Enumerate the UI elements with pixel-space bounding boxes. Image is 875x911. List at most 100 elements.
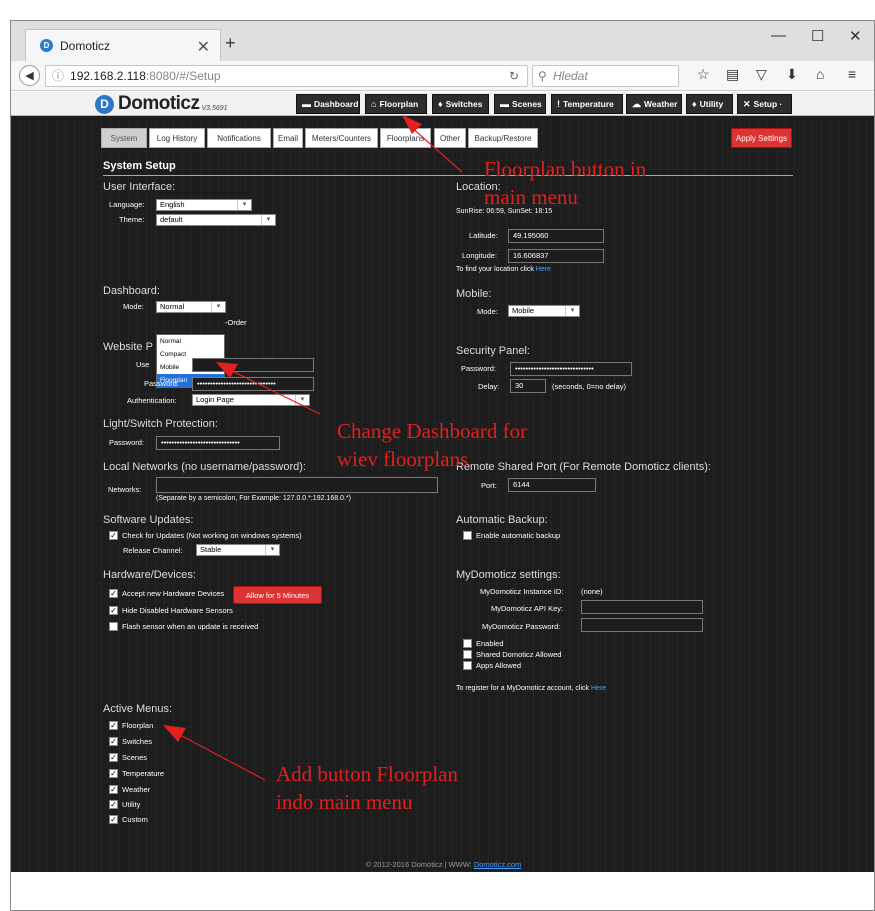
- annotation-change-dashboard: Change Dashboard for wiev floorplans: [337, 417, 527, 473]
- tab-email[interactable]: Email: [273, 128, 303, 148]
- tab-backup-restore[interactable]: Backup/Restore: [468, 128, 538, 148]
- page-title: System Setup: [103, 160, 176, 172]
- authentication-value: Login Page: [196, 395, 234, 404]
- menu-hamburger-icon[interactable]: ≡: [848, 66, 856, 82]
- lightswitch-section-title: Light/Switch Protection:: [103, 418, 218, 430]
- ui-section-title: User Interface:: [103, 181, 176, 193]
- close-window-icon[interactable]: ✕: [849, 27, 862, 45]
- back-arrow-icon[interactable]: ◀: [19, 65, 40, 86]
- security-delay-label: Delay:: [478, 382, 500, 391]
- tab-meters-counters[interactable]: Meters/Counters: [305, 128, 378, 148]
- annotation-line: main menu: [484, 185, 578, 209]
- dropdown-option-normal[interactable]: Normal: [157, 335, 224, 348]
- home-icon[interactable]: ⌂: [816, 66, 824, 82]
- auto-backup-label: Enable automatic backup: [476, 531, 561, 540]
- register-link[interactable]: Here: [591, 685, 606, 692]
- latitude-input[interactable]: 49.195060: [508, 229, 604, 243]
- lightswitch-password-input[interactable]: ••••••••••••••••••••••••••••••: [156, 436, 280, 450]
- active-floorplan-checkbox[interactable]: ✓: [109, 721, 118, 730]
- networks-input[interactable]: [156, 477, 438, 493]
- active-weather-checkbox[interactable]: ✓: [109, 785, 118, 794]
- active-scenes-checkbox[interactable]: ✓: [109, 753, 118, 762]
- reload-icon[interactable]: ↻: [509, 66, 519, 86]
- website-section-title: Website P: [103, 341, 153, 353]
- active-switches-checkbox[interactable]: ✓: [109, 737, 118, 746]
- search-input[interactable]: ⚲ Hledat: [532, 65, 679, 87]
- pocket-icon[interactable]: ▽: [756, 66, 767, 83]
- mydomoticz-password-label: MyDomoticz Password:: [482, 622, 561, 631]
- annotation-line: Floorplan button in: [484, 157, 647, 181]
- footer-link[interactable]: Domoticz.com: [474, 860, 522, 869]
- menu-label: Temperature: [563, 99, 614, 109]
- allow-5-minutes-button[interactable]: Allow for 5 Minutes: [233, 586, 322, 604]
- active-utility-checkbox[interactable]: ✓: [109, 800, 118, 809]
- remote-port-input[interactable]: 6144: [508, 478, 596, 492]
- apps-allowed-checkbox[interactable]: [463, 661, 472, 670]
- security-password-label: Password:: [461, 364, 497, 373]
- menu-floorplan-button[interactable]: ⌂ Floorplan: [365, 94, 427, 114]
- active-utility-label: Utility: [122, 800, 141, 809]
- maximize-icon[interactable]: ☐: [811, 27, 824, 45]
- website-password-label: Password:: [144, 379, 180, 388]
- longitude-input[interactable]: 16.606837: [508, 249, 604, 263]
- flash-sensor-checkbox[interactable]: [109, 622, 118, 631]
- domoticz-logo: D Domoticz V3.5691: [95, 93, 228, 114]
- find-location-link[interactable]: Here: [536, 266, 551, 273]
- dashboard-mode-select[interactable]: Normal ▾: [156, 301, 226, 313]
- active-custom-checkbox[interactable]: ✓: [109, 815, 118, 824]
- menu-dashboard-button[interactable]: ▬ Dashboard: [296, 94, 360, 114]
- apply-settings-button[interactable]: Apply Settings: [731, 128, 792, 148]
- hide-disabled-checkbox[interactable]: ✓: [109, 606, 118, 615]
- download-icon[interactable]: ⬇: [786, 66, 798, 83]
- bookmark-star-icon[interactable]: ☆: [697, 66, 710, 83]
- website-password-input[interactable]: ••••••••••••••••••••••••••••••: [192, 377, 314, 391]
- menu-temperature-button[interactable]: ǃ Temperature: [551, 94, 623, 114]
- menu-label: Dashboard: [314, 99, 359, 109]
- menu-switches-button[interactable]: ♦ Switches: [432, 94, 489, 114]
- networks-note: (Separate by a semicolon, For Example: 1…: [156, 495, 351, 502]
- info-icon[interactable]: ⓘ: [52, 69, 64, 83]
- mydomoticz-enabled-checkbox[interactable]: [463, 639, 472, 648]
- check-updates-checkbox[interactable]: ✓: [109, 531, 118, 540]
- active-weather-label: Weather: [122, 785, 151, 794]
- domoticz-favicon-icon: D: [40, 39, 53, 52]
- tab-log-history[interactable]: Log History: [149, 128, 205, 148]
- browser-tab[interactable]: D Domoticz ✕: [25, 29, 221, 61]
- menu-setup-button[interactable]: ✕ Setup ·: [737, 94, 792, 114]
- search-icon: ⚲: [538, 69, 547, 83]
- shared-allowed-label: Shared Domoticz Allowed: [476, 650, 562, 659]
- auto-backup-checkbox[interactable]: [463, 531, 472, 540]
- active-temperature-label: Temperature: [122, 769, 165, 778]
- security-password-input[interactable]: ••••••••••••••••••••••••••••••: [510, 362, 632, 376]
- tab-close-icon[interactable]: ✕: [197, 37, 210, 57]
- reading-list-icon[interactable]: ▤: [726, 66, 739, 83]
- tab-notifications[interactable]: Notifications: [207, 128, 271, 148]
- mydomoticz-password-input[interactable]: [581, 618, 703, 632]
- website-username-input[interactable]: [192, 358, 314, 372]
- url-bar[interactable]: ⓘ 192.168.2.118:8080/#/Setup ↻: [45, 65, 528, 87]
- api-key-input[interactable]: [581, 600, 703, 614]
- menu-utility-button[interactable]: ♦ Utility: [686, 94, 733, 114]
- language-select[interactable]: English ▾: [156, 199, 252, 211]
- shared-allowed-checkbox[interactable]: [463, 650, 472, 659]
- tab-other[interactable]: Other: [434, 128, 466, 148]
- mobile-mode-select[interactable]: Mobile ▾: [508, 305, 580, 317]
- setup-icon: ✕: [743, 98, 751, 109]
- menu-scenes-button[interactable]: ▬ Scenes: [494, 94, 546, 114]
- menu-weather-button[interactable]: ☁ Weather: [626, 94, 682, 114]
- tab-system[interactable]: System: [101, 128, 147, 148]
- security-section-title: Security Panel:: [456, 345, 530, 357]
- release-channel-select[interactable]: Stable ▾: [196, 544, 280, 556]
- chevron-down-icon: ▾: [211, 302, 225, 312]
- new-tab-icon[interactable]: +: [225, 33, 236, 54]
- active-temperature-checkbox[interactable]: ✓: [109, 769, 118, 778]
- theme-select[interactable]: default ▾: [156, 214, 276, 226]
- mobile-mode-value: Mobile: [512, 306, 535, 315]
- minimize-icon[interactable]: —: [771, 27, 786, 44]
- annotation-add-floorplan: Add button Floorplan indo main menu: [276, 760, 458, 816]
- apps-allowed-label: Apps Allowed: [476, 661, 522, 670]
- accept-hardware-checkbox[interactable]: ✓: [109, 589, 118, 598]
- security-delay-input[interactable]: 30: [510, 379, 546, 393]
- tab-floorplans[interactable]: Floorplans: [380, 128, 431, 148]
- authentication-select[interactable]: Login Page ▾: [192, 394, 310, 406]
